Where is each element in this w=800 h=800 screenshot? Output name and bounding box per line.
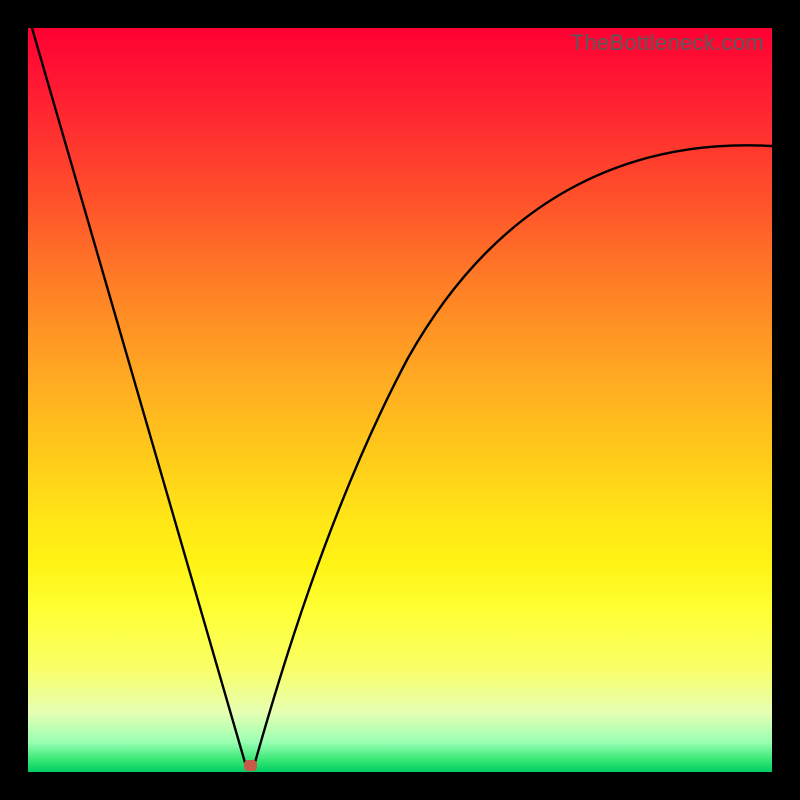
- curve-path: [32, 28, 772, 769]
- bottleneck-curve: [28, 28, 772, 772]
- chart-frame: TheBottleneck.com: [0, 0, 800, 800]
- minimum-marker: [244, 760, 257, 771]
- plot-area: TheBottleneck.com: [28, 28, 772, 772]
